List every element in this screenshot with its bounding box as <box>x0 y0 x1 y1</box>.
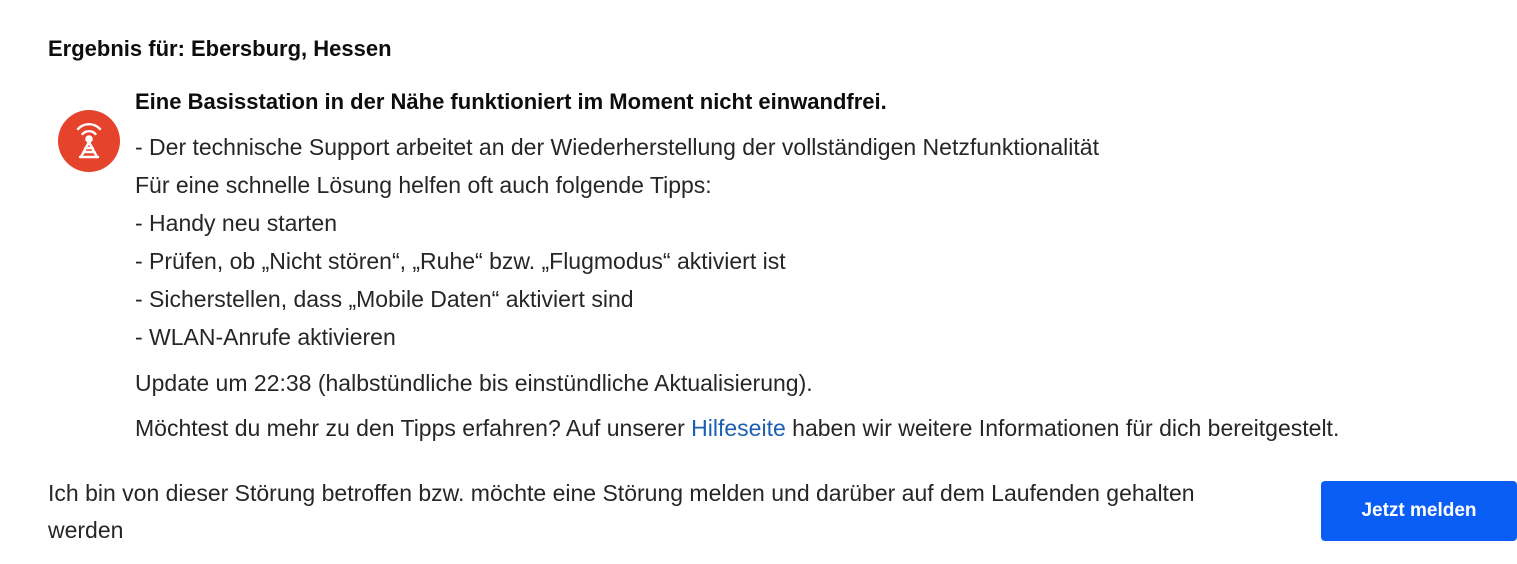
help-text-after: haben wir weitere Informationen für dich… <box>785 415 1340 441</box>
result-title: Ergebnis für: Ebersburg, Hessen <box>48 36 392 61</box>
report-now-button[interactable]: Jetzt melden <box>1321 481 1517 541</box>
outage-line-support: - Der technische Support arbeitet an der… <box>135 134 1099 160</box>
help-text: Möchtest du mehr zu den Tipps erfahren? … <box>135 409 1505 447</box>
help-text-before: Möchtest du mehr zu den Tipps erfahren? … <box>135 415 692 441</box>
update-time: Update um 22:38 (halbstündliche bis eins… <box>135 370 813 396</box>
outage-headline: Eine Basisstation in der Nähe funktionie… <box>135 89 887 114</box>
tip-restart: - Handy neu starten <box>135 210 338 236</box>
radio-tower-icon <box>58 110 120 172</box>
report-description: Ich bin von dieser Störung betroffen bzw… <box>48 480 1195 543</box>
tip-check-modes: - Prüfen, ob „Nicht stören“, „Ruhe“ bzw.… <box>135 248 786 274</box>
outage-message: Eine Basisstation in der Nähe funktionie… <box>135 86 1505 447</box>
tip-mobile-data: - Sicherstellen, dass „Mobile Daten“ akt… <box>135 286 634 312</box>
tips-intro: Für eine schnelle Lösung helfen oft auch… <box>135 172 712 198</box>
help-page-link[interactable]: Hilfeseite <box>691 415 786 441</box>
tip-wifi-calling: - WLAN-Anrufe aktivieren <box>135 324 396 350</box>
